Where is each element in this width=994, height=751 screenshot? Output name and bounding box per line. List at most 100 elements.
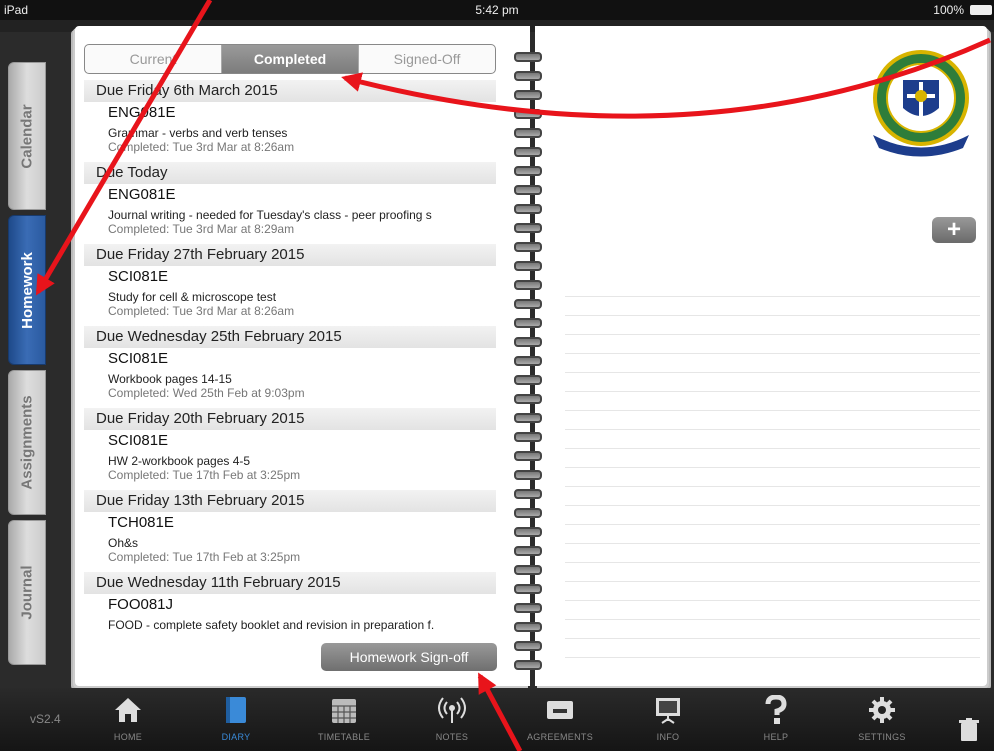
ruled-line [565, 543, 980, 544]
spiral-ring [514, 508, 542, 518]
spiral-ring [514, 584, 542, 594]
tabbar-label: INFO [656, 732, 680, 742]
school-crest-logo [873, 50, 969, 157]
task-description: Grammar - verbs and verb tenses [108, 126, 288, 140]
segment-completed[interactable]: Completed [222, 45, 359, 73]
list-item[interactable]: Due Friday 27th February 2015 SCI081E St… [84, 244, 496, 326]
tabbar-help[interactable]: HELP [736, 694, 816, 742]
subject-code: SCI081E [108, 268, 169, 285]
homework-signoff-button[interactable]: Homework Sign-off [321, 643, 497, 671]
ruled-line [565, 410, 980, 411]
tabbar-label: DIARY [221, 732, 251, 742]
tabbar-settings[interactable]: SETTINGS [842, 694, 922, 742]
ruled-line [565, 581, 980, 582]
tabbar-label: HOME [113, 732, 143, 742]
spiral-ring [514, 489, 542, 499]
spiral-ring [514, 660, 542, 670]
list-item[interactable]: Due Today ENG081E Journal writing - need… [84, 162, 496, 244]
ruled-line [565, 657, 980, 658]
list-item[interactable]: Due Friday 6th March 2015 ENG081E Gramma… [84, 80, 496, 162]
spiral-ring [514, 641, 542, 651]
due-date-header: Due Friday 6th March 2015 [84, 80, 496, 102]
tabbar-label: HELP [763, 732, 789, 742]
battery-percent: 100% [933, 3, 964, 17]
segment-signed-off[interactable]: Signed-Off [359, 45, 495, 73]
add-entry-button[interactable]: + [932, 217, 976, 243]
completed-timestamp: Completed: Tue 3rd Mar at 8:26am [108, 140, 295, 154]
tabbar-timetable[interactable]: TIMETABLE [304, 694, 384, 742]
status-filter-segmented-control: Current Completed Signed-Off [84, 44, 496, 74]
agreement-card-icon [547, 701, 573, 719]
task-description: Study for cell & microscope test [108, 290, 277, 304]
segment-current[interactable]: Current [85, 45, 222, 73]
spiral-ring [514, 185, 542, 195]
subject-code: SCI081E [108, 432, 169, 449]
spiral-ring [514, 223, 542, 233]
spiral-ring [514, 622, 542, 632]
ruled-line [565, 638, 980, 639]
tabbar-agreements[interactable]: AGREEMENTS [520, 694, 600, 742]
ruled-line [565, 524, 980, 525]
spiral-binding [510, 26, 550, 686]
subject-code: TCH081E [108, 514, 174, 531]
list-item[interactable]: Due Friday 20th February 2015 SCI081E HW… [84, 408, 496, 490]
spiral-ring [514, 337, 542, 347]
subject-code: ENG081E [108, 186, 176, 203]
subject-code: SCI081E [108, 350, 169, 367]
spiral-ring [514, 242, 542, 252]
subject-code: ENG081E [108, 104, 176, 121]
ruled-line [565, 562, 980, 563]
spiral-ring [514, 356, 542, 366]
completed-timestamp: Completed: Tue 3rd Mar at 8:29am [108, 222, 295, 236]
tabbar-label: TIMETABLE [317, 732, 371, 742]
spiral-ring [514, 261, 542, 271]
tabbar-info[interactable]: INFO [628, 694, 708, 742]
task-description: HW 2-workbook pages 4-5 [108, 454, 251, 468]
due-date-header: Due Wednesday 25th February 2015 [84, 326, 496, 348]
list-item[interactable]: Due Friday 13th February 2015 TCH081E Oh… [84, 490, 496, 572]
completed-timestamp: Completed: Tue 3rd Mar at 8:26am [108, 304, 295, 318]
ruled-line [565, 429, 980, 430]
spiral-ring [514, 318, 542, 328]
bottom-tab-bar: vS2.4 HOME DIARY TIMETABLE NOTES AGREEME… [0, 688, 994, 751]
clock: 5:42 pm [475, 3, 519, 17]
calendar-grid-icon [332, 699, 356, 723]
ruled-line [565, 372, 980, 373]
list-item[interactable]: Due Wednesday 25th February 2015 SCI081E… [84, 326, 496, 408]
spiral-ring [514, 375, 542, 385]
due-date-header: Due Friday 20th February 2015 [84, 408, 496, 430]
tabbar-notes[interactable]: NOTES [412, 694, 492, 742]
question-mark-icon [765, 695, 787, 724]
tabbar-home[interactable]: HOME [88, 694, 168, 742]
tabbar-label: AGREEMENTS [526, 732, 593, 742]
tabbar-label: NOTES [435, 732, 469, 742]
spiral-ring [514, 432, 542, 442]
ruled-line [565, 334, 980, 335]
ruled-line [565, 619, 980, 620]
completed-timestamp: Completed: Wed 25th Feb at 9:03pm [108, 386, 305, 400]
list-item[interactable]: Due Wednesday 11th February 2015 FOO081J… [84, 572, 496, 654]
ruled-line [565, 448, 980, 449]
ruled-line [565, 600, 980, 601]
tabbar-label: SETTINGS [858, 732, 906, 742]
tabbar-diary[interactable]: DIARY [196, 694, 276, 742]
spiral-ring [514, 451, 542, 461]
ruled-line [565, 486, 980, 487]
spiral-ring [514, 109, 542, 119]
spiral-ring [514, 299, 542, 309]
homework-list: Due Friday 6th March 2015 ENG081E Gramma… [84, 80, 496, 654]
status-bar: iPad 5:42 pm 100% [0, 0, 994, 20]
spiral-ring [514, 565, 542, 575]
spiral-ring [514, 413, 542, 423]
spiral-ring [514, 470, 542, 480]
presentation-icon [656, 698, 680, 724]
subject-code: FOO081J [108, 596, 174, 613]
spiral-ring [514, 527, 542, 537]
task-description: Workbook pages 14-15 [108, 372, 232, 386]
spiral-ring [514, 71, 542, 81]
spiral-ring [514, 52, 542, 62]
completed-timestamp: Completed: Tue 17th Feb at 3:25pm [108, 468, 301, 482]
ruled-line [565, 296, 980, 297]
trash-icon[interactable] [958, 718, 980, 742]
due-date-header: Due Friday 13th February 2015 [84, 490, 496, 512]
